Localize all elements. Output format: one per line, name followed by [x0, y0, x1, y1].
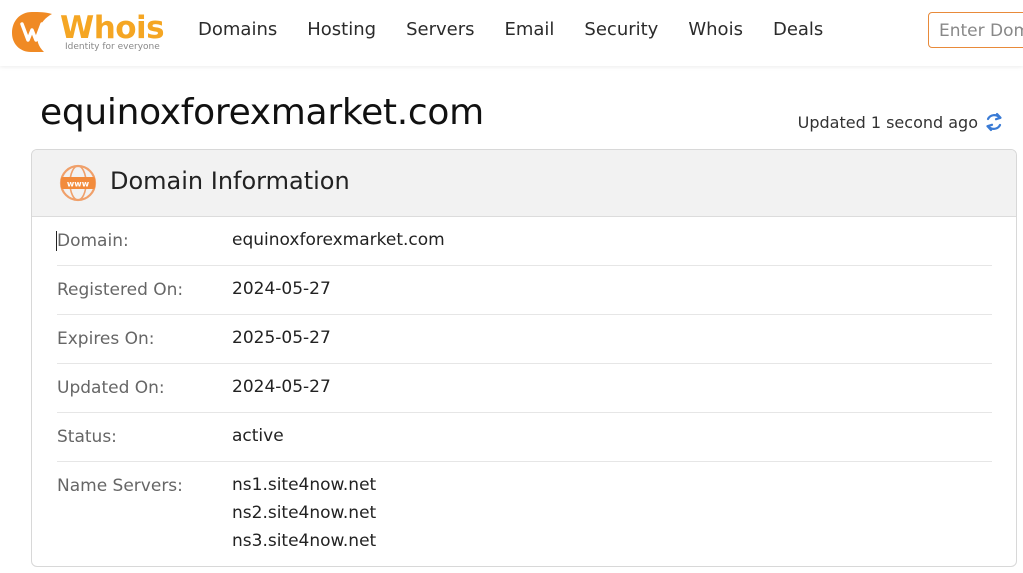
nav-item-deals[interactable]: Deals — [773, 19, 823, 40]
name-server-list: ns1.site4now.net ns2.site4now.net ns3.si… — [232, 471, 376, 555]
domain-info-list: Domain: equinoxforexmarket.com Registere… — [56, 217, 992, 562]
info-row-status: Status: active — [57, 413, 992, 462]
site-logo[interactable]: Whois Identity for everyone — [10, 8, 170, 58]
row-label: Registered On: — [57, 280, 184, 300]
nav-item-whois[interactable]: Whois — [688, 19, 743, 40]
name-server-value: ns2.site4now.net — [232, 503, 377, 523]
info-row-domain: Domain: equinoxforexmarket.com — [56, 217, 992, 266]
row-value: 2025-05-27 — [232, 328, 331, 348]
info-row-registered-on: Registered On: 2024-05-27 — [57, 266, 992, 315]
row-label: Domain: — [57, 231, 129, 251]
nav-item-security[interactable]: Security — [584, 19, 658, 40]
svg-text:www: www — [67, 180, 90, 189]
card-title: Domain Information — [110, 167, 350, 195]
nav-item-domains[interactable]: Domains — [198, 19, 277, 40]
info-row-name-servers: Name Servers: ns1.site4now.net ns2.site4… — [57, 462, 992, 562]
nav-item-hosting[interactable]: Hosting — [307, 19, 376, 40]
row-label: Updated On: — [57, 378, 165, 398]
name-server-value: ns3.site4now.net — [232, 531, 377, 551]
page-title: equinoxforexmarket.com — [40, 92, 484, 133]
domain-search-input[interactable]: Enter Domain — [928, 12, 1023, 48]
card-header: www Domain Information — [32, 150, 1016, 217]
domain-information-card: www Domain Information Domain: equinoxfo… — [31, 149, 1017, 567]
row-value: 2024-05-27 — [232, 377, 331, 397]
row-label: Expires On: — [57, 329, 155, 349]
row-value: active — [232, 426, 284, 446]
nav-item-email[interactable]: Email — [504, 19, 554, 40]
refresh-icon[interactable] — [984, 111, 1004, 133]
brand-tagline: Identity for everyone — [65, 42, 160, 52]
info-row-expires-on: Expires On: 2025-05-27 — [57, 315, 992, 364]
row-label: Status: — [57, 427, 117, 447]
top-navbar: Whois Identity for everyone Domains Host… — [0, 0, 1023, 66]
row-value: equinoxforexmarket.com — [232, 230, 445, 250]
name-server-value: ns1.site4now.net — [232, 475, 377, 495]
www-globe-icon: www — [59, 164, 97, 202]
nav-item-servers[interactable]: Servers — [406, 19, 474, 40]
row-value: 2024-05-27 — [232, 279, 331, 299]
main-nav: Domains Hosting Servers Email Security W… — [198, 19, 853, 40]
updated-status: Updated 1 second ago — [797, 113, 978, 132]
whois-logo-mark-icon — [12, 12, 52, 52]
info-row-updated-on: Updated On: 2024-05-27 — [57, 364, 992, 413]
row-label: Name Servers: — [57, 476, 183, 496]
brand-name: Whois — [60, 10, 165, 46]
